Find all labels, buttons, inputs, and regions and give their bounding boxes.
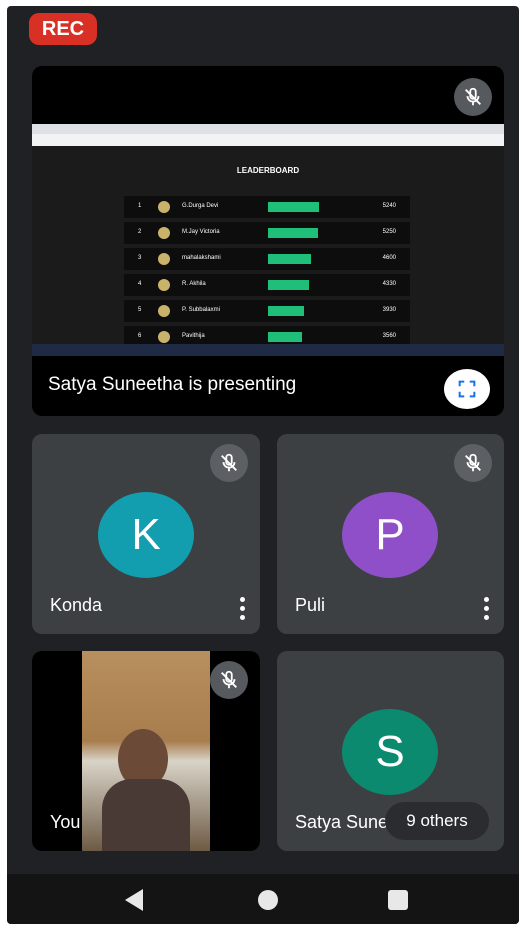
shared-screen: LEADERBOARD 1 G.Durga Devi 5240 2 M.Jay Vict… bbox=[32, 124, 504, 356]
participant-name: You bbox=[50, 812, 81, 832]
fullscreen-button[interactable] bbox=[444, 369, 490, 409]
presenting-label: Satya Suneetha is presenting bbox=[48, 374, 297, 395]
leaderboard-rank: 1 bbox=[138, 203, 142, 209]
windows-taskbar bbox=[32, 344, 504, 356]
recording-badge: REC bbox=[29, 13, 97, 45]
participant-name: Konda bbox=[50, 595, 103, 615]
leaderboard-score: 4330 bbox=[382, 281, 396, 287]
self-video bbox=[82, 651, 210, 851]
presentation-tile[interactable]: LEADERBOARD 1 G.Durga Devi 5240 2 M.Jay Vict… bbox=[32, 66, 504, 416]
leaderboard-score: 3560 bbox=[382, 333, 396, 339]
fullscreen-icon bbox=[458, 380, 476, 398]
mic-off-icon bbox=[454, 444, 492, 482]
home-icon[interactable] bbox=[258, 890, 278, 910]
meet-screen: REC LEADERBOARD 1 G.Durga Devi 5240 2 M.Jay … bbox=[7, 6, 519, 924]
leaderboard-avatar-icon bbox=[158, 201, 170, 213]
others-count-button[interactable]: 9 others bbox=[385, 802, 489, 840]
android-nav-bar bbox=[7, 874, 519, 924]
leaderboard-avatar-icon bbox=[158, 305, 170, 317]
leaderboard-row: 4 R. Akhila 4330 bbox=[124, 274, 410, 296]
mic-off-icon bbox=[210, 661, 248, 699]
leaderboard-score-bar bbox=[268, 306, 304, 316]
leaderboard-name: G.Durga Devi bbox=[182, 203, 219, 209]
leaderboard-score-bar bbox=[268, 280, 309, 290]
avatar: P bbox=[342, 492, 438, 578]
participant-name: Puli bbox=[295, 595, 326, 615]
participant-tile-puli[interactable]: P Puli bbox=[277, 434, 504, 634]
leaderboard-avatar-icon bbox=[158, 279, 170, 291]
leaderboard-name: R. Akhila bbox=[182, 281, 206, 287]
leaderboard-avatar-icon bbox=[158, 227, 170, 239]
leaderboard-rank: 6 bbox=[138, 333, 142, 339]
leaderboard-row: 5 P. Subbalaxmi 3930 bbox=[124, 300, 410, 322]
leaderboard-rank: 3 bbox=[138, 255, 142, 261]
mic-off-icon bbox=[454, 78, 492, 116]
leaderboard-score: 4600 bbox=[382, 255, 396, 261]
recents-icon[interactable] bbox=[388, 890, 408, 910]
leaderboard-rank: 5 bbox=[138, 307, 142, 313]
leaderboard-name: M.Jay Victoria bbox=[182, 229, 220, 235]
leaderboard-score: 5250 bbox=[382, 229, 396, 235]
leaderboard-score: 5240 bbox=[382, 203, 396, 209]
avatar: K bbox=[98, 492, 194, 578]
leaderboard-row: 1 G.Durga Devi 5240 bbox=[124, 196, 410, 218]
back-icon[interactable] bbox=[125, 889, 143, 911]
leaderboard-row: 2 M.Jay Victoria 5250 bbox=[124, 222, 410, 244]
leaderboard-avatar-icon bbox=[158, 253, 170, 265]
leaderboard-name: Pavithija bbox=[182, 333, 205, 339]
participant-tile-konda[interactable]: K Konda bbox=[32, 434, 260, 634]
leaderboard-rank: 2 bbox=[138, 229, 142, 235]
leaderboard-score-bar bbox=[268, 202, 319, 212]
mic-off-icon bbox=[210, 444, 248, 482]
avatar: S bbox=[342, 709, 438, 795]
leaderboard-score: 3930 bbox=[382, 307, 396, 313]
leaderboard-score-bar bbox=[268, 332, 302, 342]
participant-tile-you[interactable]: You bbox=[32, 651, 260, 851]
participant-name: Satya Sune bbox=[295, 812, 389, 832]
leaderboard-rank: 4 bbox=[138, 281, 142, 287]
leaderboard-row: 3 mahalakshami 4600 bbox=[124, 248, 410, 270]
leaderboard-title: LEADERBOARD bbox=[236, 166, 300, 175]
leaderboard-score-bar bbox=[268, 254, 311, 264]
browser-url-bar bbox=[32, 134, 504, 146]
leaderboard-score-bar bbox=[268, 228, 318, 238]
leaderboard-name: mahalakshami bbox=[182, 255, 221, 261]
more-options-icon[interactable] bbox=[237, 597, 247, 620]
leaderboard-name: P. Subbalaxmi bbox=[182, 307, 220, 313]
leaderboard-avatar-icon bbox=[158, 331, 170, 343]
more-options-icon[interactable] bbox=[481, 597, 491, 620]
